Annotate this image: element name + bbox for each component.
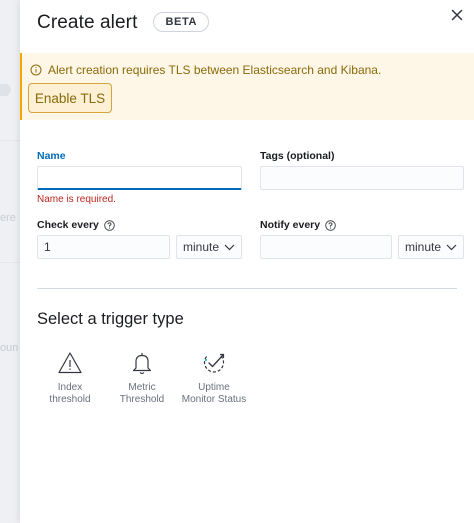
close-icon[interactable] — [448, 6, 466, 24]
chevron-down-icon — [446, 244, 457, 251]
notify-every-label-text: Notify every — [260, 219, 321, 231]
background-divider — [0, 262, 20, 263]
trigger-label: Uptime Monitor Status — [181, 382, 247, 405]
name-label: Name — [37, 150, 66, 162]
warning-triangle-icon — [58, 352, 82, 374]
tls-warning-callout: Alert creation requires TLS between Elas… — [20, 53, 474, 120]
flyout-title: Create alert — [37, 12, 138, 33]
beta-badge: BETA — [153, 12, 209, 32]
uptime-check-icon — [203, 353, 225, 373]
check-every-unit-value: minute — [183, 240, 220, 254]
callout-text: Alert creation requires TLS between Elas… — [48, 63, 382, 77]
trigger-metric-threshold[interactable]: Metric Threshold — [117, 350, 167, 406]
question-icon[interactable] — [325, 219, 336, 231]
tags-input[interactable] — [260, 166, 464, 190]
check-every-unit-select[interactable]: minute — [176, 235, 242, 259]
create-alert-flyout: Create alert BETA Alert creation require… — [20, 0, 474, 523]
background-page: ere oun — [0, 0, 20, 523]
name-input[interactable] — [37, 166, 242, 190]
enable-tls-button[interactable]: Enable TLS — [28, 83, 112, 113]
section-divider — [37, 288, 457, 289]
notify-every-unit-value: minute — [405, 240, 442, 254]
trigger-type-title: Select a trigger type — [37, 310, 184, 328]
background-text-fragment: ere — [0, 212, 16, 224]
check-every-input[interactable] — [37, 235, 170, 259]
background-page-toggle — [0, 84, 11, 96]
bell-icon — [132, 353, 152, 375]
chevron-down-icon — [224, 244, 235, 251]
check-every-label: Check every — [37, 219, 115, 231]
notify-every-input[interactable] — [260, 235, 392, 259]
trigger-label: Metric Threshold — [119, 382, 165, 405]
flyout-header: Create alert BETA — [37, 10, 209, 34]
name-error: Name is required. — [37, 194, 116, 205]
trigger-index-threshold[interactable]: Index threshold — [45, 350, 95, 406]
background-divider — [0, 140, 20, 141]
question-icon[interactable] — [104, 219, 115, 231]
notify-every-unit-select[interactable]: minute — [398, 235, 464, 259]
info-icon — [30, 64, 42, 76]
trigger-uptime-monitor-status[interactable]: Uptime Monitor Status — [180, 350, 248, 406]
tags-label: Tags (optional) — [260, 150, 335, 162]
notify-every-label: Notify every — [260, 219, 336, 231]
check-every-label-text: Check every — [37, 219, 99, 231]
background-text-fragment: oun — [0, 342, 18, 354]
trigger-label: Index threshold — [49, 382, 91, 405]
